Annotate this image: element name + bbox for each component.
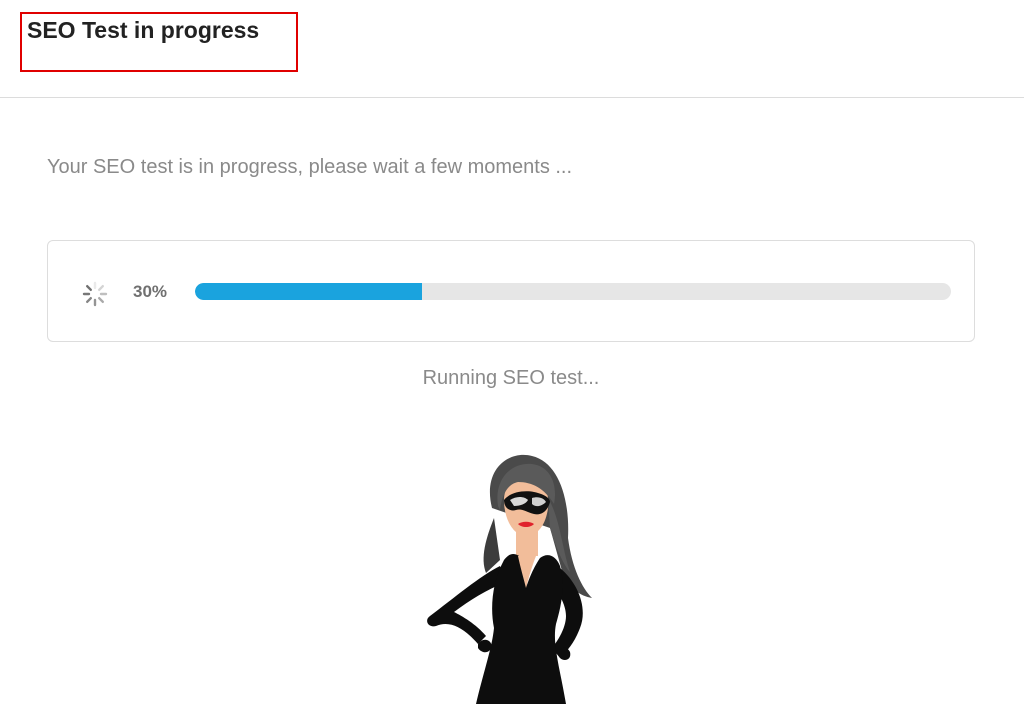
page-title: SEO Test in progress bbox=[27, 17, 260, 43]
mascot-illustration bbox=[427, 454, 592, 704]
page-header: SEO Test in progress bbox=[0, 0, 1024, 98]
progress-fill bbox=[195, 283, 422, 300]
intro-text: Your SEO test is in progress, please wai… bbox=[47, 156, 573, 178]
progress-percent: 30% bbox=[133, 282, 168, 301]
loading-spinner-icon bbox=[82, 281, 108, 307]
progress-card: 30% bbox=[47, 240, 975, 342]
progress-track bbox=[195, 283, 951, 300]
status-text: Running SEO test... bbox=[422, 367, 600, 389]
